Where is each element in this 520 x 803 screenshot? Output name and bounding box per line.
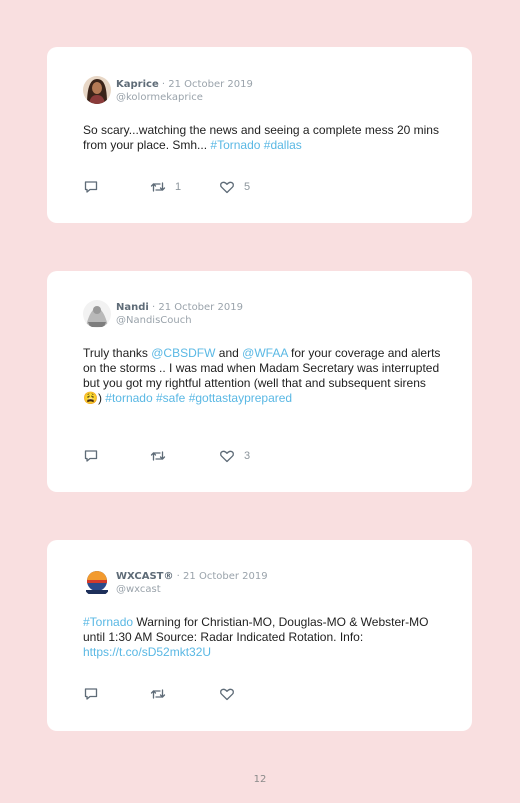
- avatar[interactable]: [83, 76, 111, 104]
- heart-icon: [219, 179, 235, 195]
- hashtag-link[interactable]: #safe: [156, 391, 185, 405]
- page-number: 12: [253, 774, 267, 785]
- reply-icon: [83, 448, 99, 464]
- reply-button[interactable]: [83, 448, 99, 464]
- separator: ·: [158, 79, 169, 90]
- hashtag-link[interactable]: #tornado: [105, 391, 152, 405]
- author-handle[interactable]: @NandisCouch: [116, 314, 243, 327]
- tweet-date[interactable]: 21 October 2019: [183, 571, 268, 582]
- heart-icon: [219, 686, 235, 702]
- tweet-actions: 3: [83, 448, 383, 464]
- author-handle[interactable]: @wxcast: [116, 583, 268, 596]
- mention-link[interactable]: @CBSDFW: [151, 346, 215, 360]
- tweet-card: Kaprice · 21 October 2019 @kolormekapric…: [47, 47, 472, 223]
- author-name[interactable]: WXCAST®: [116, 571, 174, 582]
- reply-icon: [83, 179, 99, 195]
- like-count: 3: [244, 450, 251, 462]
- tweet-text: Truly thanks @CBSDFW and @WFAA for your …: [83, 346, 443, 406]
- author-name[interactable]: Kaprice: [116, 79, 159, 90]
- separator: ·: [148, 302, 159, 313]
- tweet-meta: Kaprice · 21 October 2019 @kolormekapric…: [116, 78, 253, 104]
- retweet-icon: [150, 448, 166, 464]
- like-button[interactable]: 3: [219, 448, 250, 464]
- mention-link[interactable]: @WFAA: [242, 346, 288, 360]
- retweet-button[interactable]: 1: [150, 179, 181, 195]
- hashtag-link[interactable]: #Tornado: [210, 138, 260, 152]
- text-segment: Warning for Christian-MO, Douglas-MO & W…: [83, 615, 429, 644]
- reply-button[interactable]: [83, 179, 99, 195]
- retweet-icon: [150, 686, 166, 702]
- tweet-actions: [83, 686, 383, 702]
- tweet-meta: WXCAST® · 21 October 2019 @wxcast: [116, 570, 268, 596]
- heart-icon: [219, 448, 235, 464]
- retweet-button[interactable]: [150, 686, 175, 702]
- like-button[interactable]: [219, 686, 244, 702]
- hashtag-link[interactable]: #dallas: [264, 138, 302, 152]
- like-button[interactable]: 5: [219, 179, 250, 195]
- separator: ·: [173, 571, 184, 582]
- tweet-card: WXCAST® · 21 October 2019 @wxcast #Torna…: [47, 540, 472, 731]
- reply-button[interactable]: [83, 686, 99, 702]
- tweet-text: So scary...watching the news and seeing …: [83, 123, 443, 153]
- retweet-count: 1: [175, 181, 182, 193]
- author-name[interactable]: Nandi: [116, 302, 149, 313]
- avatar[interactable]: [83, 300, 111, 328]
- hashtag-link[interactable]: #gottastayprepared: [189, 391, 292, 405]
- url-link[interactable]: https://t.co/sD52mkt32U: [83, 645, 211, 659]
- text-segment: and: [215, 346, 243, 360]
- hashtag-link[interactable]: #Tornado: [83, 615, 133, 629]
- like-count: 5: [244, 181, 251, 193]
- tweet-text: #Tornado Warning for Christian-MO, Dougl…: [83, 615, 443, 660]
- text-segment: Truly thanks: [83, 346, 152, 360]
- retweet-button[interactable]: [150, 448, 175, 464]
- tweet-date[interactable]: 21 October 2019: [158, 302, 243, 313]
- reply-icon: [83, 686, 99, 702]
- retweet-icon: [150, 179, 166, 195]
- tweet-date[interactable]: 21 October 2019: [168, 79, 253, 90]
- tweet-actions: 1 5: [83, 179, 383, 195]
- avatar[interactable]: [83, 569, 111, 597]
- author-handle[interactable]: @kolormekaprice: [116, 91, 253, 104]
- tweet-card: Nandi · 21 October 2019 @NandisCouch Tru…: [47, 271, 472, 492]
- tweet-meta: Nandi · 21 October 2019 @NandisCouch: [116, 301, 243, 327]
